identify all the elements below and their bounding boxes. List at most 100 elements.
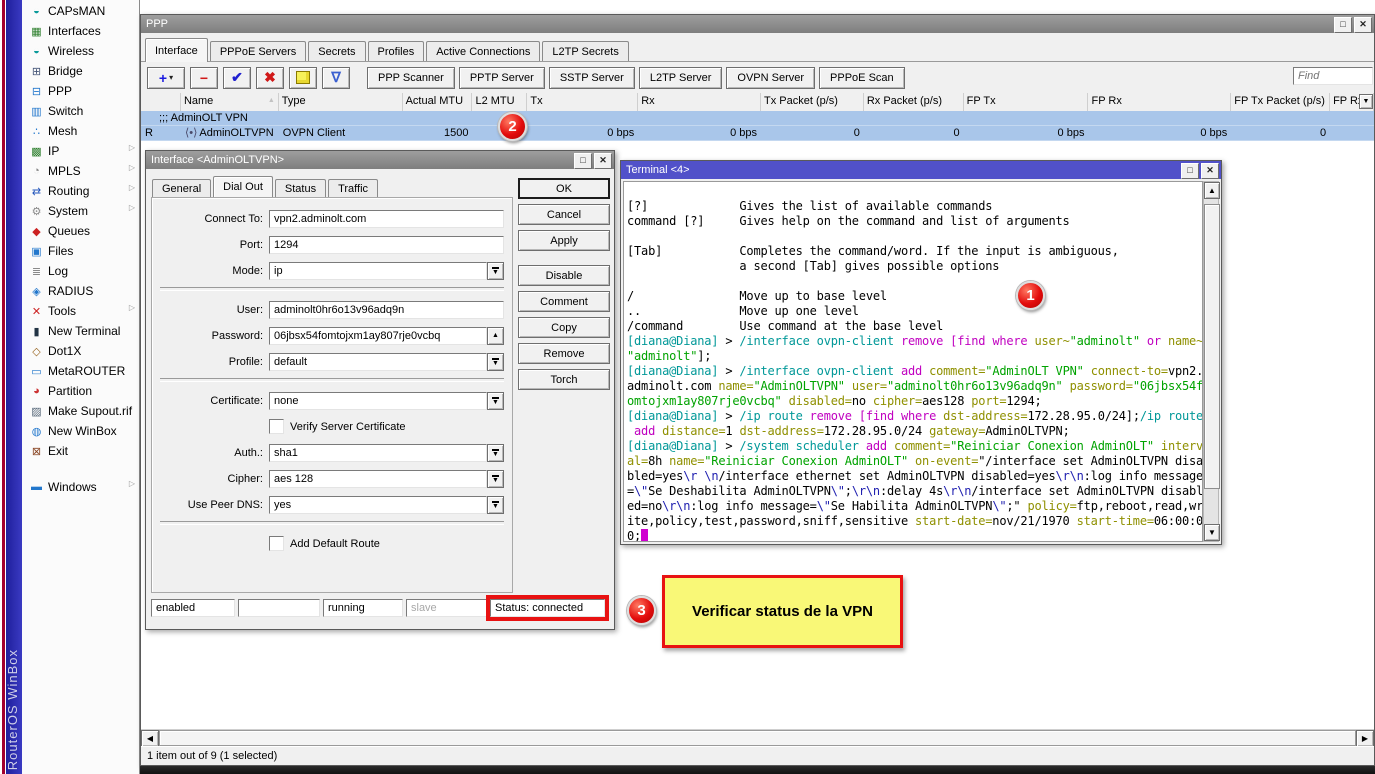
ppp-scanner-button[interactable]: PPP Scanner	[367, 67, 455, 89]
remove-button[interactable]: Remove	[518, 343, 610, 364]
tab-active-connections[interactable]: Active Connections	[426, 41, 540, 62]
l2tp-server-button[interactable]: L2TP Server	[639, 67, 723, 89]
password-field[interactable]: 06jbsx54fomtojxm1ay807rje0vcbq	[269, 327, 487, 345]
sidebar-item-mpls[interactable]: ◔MPLS▷	[22, 161, 139, 181]
terminal-body[interactable]: [?] Gives the list of available commands…	[623, 181, 1203, 542]
sidebar-item-make-supout-rif[interactable]: ▨Make Supout.rif	[22, 401, 139, 421]
horizontal-scrollbar[interactable]: ◀ ▶	[141, 729, 1374, 746]
checkbox[interactable]	[269, 536, 284, 551]
dialog-tab-status[interactable]: Status	[275, 179, 326, 197]
sidebar-item-interfaces[interactable]: ▦Interfaces	[22, 21, 139, 41]
sidebar-item-new-winbox[interactable]: ◍New WinBox	[22, 421, 139, 441]
copy-button[interactable]: Copy	[518, 317, 610, 338]
sidebar-item-tools[interactable]: ✕Tools▷	[22, 301, 139, 321]
column-header-flags[interactable]	[141, 93, 181, 111]
comment-button[interactable]: Comment	[518, 291, 610, 312]
column-header-rx-packet-p-s[interactable]: Rx Packet (p/s)	[864, 93, 964, 111]
sidebar-item-ip[interactable]: ▩IP▷	[22, 141, 139, 161]
sidebar-item-wireless[interactable]: ◒Wireless	[22, 41, 139, 61]
ok-button[interactable]: OK	[518, 178, 610, 199]
remove-button[interactable]: −	[190, 67, 218, 89]
scroll-left-icon[interactable]: ◀	[141, 730, 159, 747]
sidebar-item-ppp[interactable]: ⊟PPP	[22, 81, 139, 101]
torch-button[interactable]: Torch	[518, 369, 610, 390]
ovpn-server-button[interactable]: OVPN Server	[726, 67, 815, 89]
add-default-route-checkbox[interactable]: Add Default Route	[160, 534, 504, 553]
find-input[interactable]	[1293, 67, 1373, 85]
sstp-server-button[interactable]: SSTP Server	[549, 67, 635, 89]
column-header-fp-tx[interactable]: FP Tx	[964, 93, 1089, 111]
scroll-up-icon[interactable]: ▲	[1204, 182, 1220, 199]
column-header-tx-packet-p-s[interactable]: Tx Packet (p/s)	[761, 93, 864, 111]
dropdown-arrow-icon[interactable]: ▼	[487, 444, 504, 462]
dialog-tab-traffic[interactable]: Traffic	[328, 179, 378, 197]
reveal-up-arrow-icon[interactable]: ▲	[487, 327, 504, 345]
column-header-actual-mtu[interactable]: Actual MTU	[403, 93, 473, 111]
table-row-comment[interactable]: ;;; AdminOLT VPN	[141, 111, 1374, 126]
dropdown-arrow-icon[interactable]: ▼	[487, 262, 504, 280]
sidebar-item-mesh[interactable]: ∴Mesh	[22, 121, 139, 141]
scrollbar-thumb[interactable]	[1204, 204, 1220, 489]
sidebar-item-dot1x[interactable]: ◇Dot1X	[22, 341, 139, 361]
column-header-name[interactable]: Name▲	[181, 93, 279, 111]
column-chooser-button[interactable]: ▼	[1359, 94, 1373, 109]
sidebar-item-capsman[interactable]: ◒CAPsMAN	[22, 1, 139, 21]
dialog-tab-general[interactable]: General	[152, 179, 211, 197]
apply-button[interactable]: Apply	[518, 230, 610, 251]
scrollbar-thumb[interactable]	[159, 730, 1356, 746]
dropdown-arrow-icon[interactable]: ▼	[487, 353, 504, 371]
maximize-icon[interactable]: □	[1181, 163, 1199, 179]
user-field[interactable]: adminolt0hr6o13v96adq9n	[269, 301, 504, 319]
dropdown-arrow-icon[interactable]: ▼	[487, 470, 504, 488]
dialog-titlebar[interactable]: Interface <AdminOLTVPN> □ ✕	[146, 151, 614, 169]
disable-button[interactable]: Disable	[518, 265, 610, 286]
tab-l2tp-secrets[interactable]: L2TP Secrets	[542, 41, 628, 62]
disable-button[interactable]: ✖	[256, 67, 284, 89]
scroll-down-icon[interactable]: ▼	[1204, 524, 1220, 541]
sidebar-item-partition[interactable]: ◕Partition	[22, 381, 139, 401]
mode-select[interactable]: ip	[269, 262, 487, 280]
terminal-titlebar[interactable]: Terminal <4> □ ✕	[621, 161, 1221, 179]
comment-button[interactable]	[289, 67, 317, 89]
tab-profiles[interactable]: Profiles	[368, 41, 425, 62]
table-row[interactable]: R⟨•⟩AdminOLTVPNOVPN Client15000 bps0 bps…	[141, 126, 1374, 141]
port-field[interactable]: 1294	[269, 236, 504, 254]
checkbox[interactable]	[269, 419, 284, 434]
profile-select[interactable]: default	[269, 353, 487, 371]
tab-interface[interactable]: Interface	[145, 38, 208, 62]
cancel-button[interactable]: Cancel	[518, 204, 610, 225]
add-button[interactable]: +▾	[147, 67, 185, 89]
sidebar-item-routing[interactable]: ⇄Routing▷	[22, 181, 139, 201]
tab-pppoe-servers[interactable]: PPPoE Servers	[210, 41, 306, 62]
sidebar-item-metarouter[interactable]: ▭MetaROUTER	[22, 361, 139, 381]
sidebar-item-windows[interactable]: ▬Windows▷	[22, 477, 139, 497]
sidebar-item-log[interactable]: ≣Log	[22, 261, 139, 281]
close-icon[interactable]: ✕	[1201, 163, 1219, 179]
sidebar-item-files[interactable]: ▣Files	[22, 241, 139, 261]
column-header-type[interactable]: Type	[279, 93, 403, 111]
dropdown-arrow-icon[interactable]: ▼	[487, 496, 504, 514]
enable-button[interactable]: ✔	[223, 67, 251, 89]
use-peer-dns-select[interactable]: yes	[269, 496, 487, 514]
sidebar-item-bridge[interactable]: ⊞Bridge	[22, 61, 139, 81]
auth-select[interactable]: sha1	[269, 444, 487, 462]
sidebar-item-system[interactable]: ⚙System▷	[22, 201, 139, 221]
connect-to-field[interactable]: vpn2.adminolt.com	[269, 210, 504, 228]
column-header-tx[interactable]: Tx	[527, 93, 638, 111]
sidebar-item-exit[interactable]: ⊠Exit	[22, 441, 139, 461]
maximize-icon[interactable]: □	[1334, 17, 1352, 33]
ppp-titlebar[interactable]: PPP □ ✕	[141, 15, 1374, 33]
close-icon[interactable]: ✕	[594, 153, 612, 169]
sidebar-item-radius[interactable]: ◈RADIUS	[22, 281, 139, 301]
sidebar-item-queues[interactable]: ◆Queues	[22, 221, 139, 241]
maximize-icon[interactable]: □	[574, 153, 592, 169]
column-header-l2-mtu[interactable]: L2 MTU	[472, 93, 527, 111]
cipher-select[interactable]: aes 128	[269, 470, 487, 488]
column-header-fp-tx-packet-p-s[interactable]: FP Tx Packet (p/s)	[1231, 93, 1330, 111]
sidebar-item-new-terminal[interactable]: ▮New Terminal	[22, 321, 139, 341]
verify-server-certificate-checkbox[interactable]: Verify Server Certificate	[160, 417, 504, 436]
column-header-fp-rx[interactable]: FP Rx	[1088, 93, 1231, 111]
filter-button[interactable]: ∇	[322, 67, 350, 89]
terminal-scrollbar[interactable]: ▲ ▼	[1203, 181, 1219, 542]
sidebar-item-switch[interactable]: ▥Switch	[22, 101, 139, 121]
